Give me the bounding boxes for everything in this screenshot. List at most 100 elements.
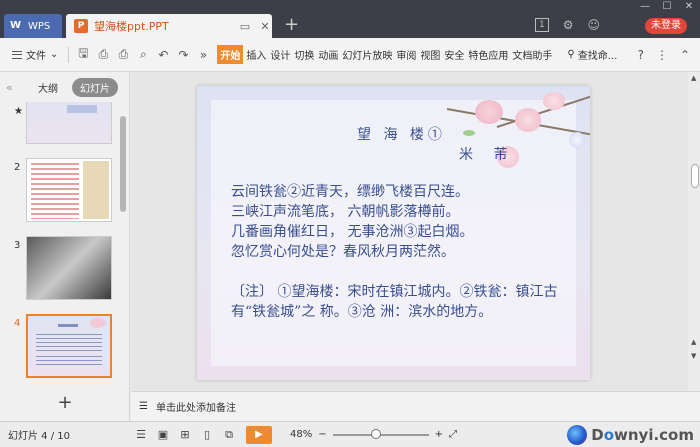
wps-logo-icon: W: [10, 20, 22, 31]
slide-counter: 幻灯片 4 / 10: [8, 431, 70, 442]
search-icon: ⚲: [567, 49, 575, 60]
tab-transitions[interactable]: 切换: [293, 45, 315, 64]
close-window-icon[interactable]: ✕: [678, 0, 700, 14]
tab-view[interactable]: 视图: [419, 45, 441, 64]
collapse-ribbon-icon[interactable]: ⌃: [680, 48, 690, 62]
save-icon[interactable]: 🖫: [73, 44, 93, 65]
notes-pane[interactable]: ☰ 单击此处添加备注: [131, 391, 700, 421]
more-options-icon[interactable]: ⋮: [656, 48, 668, 62]
slide-author[interactable]: 米 芾: [459, 144, 515, 164]
slide-thumbnail[interactable]: [26, 102, 112, 144]
close-tab-icon[interactable]: ✕: [258, 20, 272, 33]
collapse-panel-icon[interactable]: «: [6, 81, 24, 94]
presenter-icon[interactable]: ⧉: [218, 428, 240, 442]
poem-line: 忽忆赏心何处是？春风秋月两茫然。: [231, 244, 455, 260]
slide-thumbnail[interactable]: [26, 158, 112, 222]
chevron-down-icon: ⌄: [50, 49, 59, 60]
tab-security[interactable]: 安全: [443, 45, 465, 64]
slide-number: 4: [14, 318, 21, 329]
zoom-out-button[interactable]: −: [318, 429, 326, 440]
help-icon[interactable]: ?: [638, 48, 644, 62]
file-menu-label: 文件: [26, 51, 46, 62]
slide-thumbnail-selected[interactable]: [26, 314, 112, 378]
wps-home-tab[interactable]: W WPS: [4, 14, 62, 38]
divider: [68, 46, 70, 63]
tab-design[interactable]: 设计: [269, 45, 291, 64]
status-bar: 幻灯片 4 / 10 ☰ ▣ ⊞ ▯ ⧉ ▶ 48% − + ⤢ Downyi.…: [0, 421, 700, 447]
redo-icon[interactable]: ↷: [173, 48, 193, 62]
tab-outline[interactable]: 大纲: [30, 78, 66, 97]
zoom-slider[interactable]: [332, 428, 429, 439]
notes-toggle-icon[interactable]: ☰: [130, 428, 152, 441]
poem-line: 几番画角催红日， 无事沧洲③起白烟。: [231, 224, 474, 240]
watermark-logo: Downyi.com: [567, 425, 694, 445]
print-preview-icon[interactable]: ⌕: [133, 47, 153, 62]
zoom-level[interactable]: 48%: [290, 429, 312, 440]
ppt-file-icon: P: [74, 19, 88, 33]
zoom-knob[interactable]: [370, 428, 381, 439]
tab-insert[interactable]: 插入: [245, 45, 267, 64]
command-search[interactable]: ⚲ 查找命...: [567, 47, 617, 62]
tab-animations[interactable]: 动画: [317, 45, 339, 64]
watermark-text: Downyi.com: [591, 426, 694, 444]
document-tab[interactable]: P 望海楼ppt.PPT ▭ ✕: [66, 14, 272, 38]
scroll-down-icon[interactable]: ▼: [691, 352, 696, 360]
tab-home[interactable]: 开始: [217, 45, 244, 64]
slide-thumbnails: ★ 2 3 4: [0, 102, 120, 388]
tab-doc-assistant[interactable]: 文档助手: [511, 45, 553, 64]
tab-review[interactable]: 审阅: [395, 45, 417, 64]
page-count-badge[interactable]: 1: [534, 18, 549, 32]
feedback-icon[interactable]: ☺: [587, 18, 600, 32]
tab-slides[interactable]: 幻灯片: [72, 77, 118, 97]
zoom-in-button[interactable]: +: [435, 429, 443, 440]
ribbon-toolbar: 文件 ⌄ 🖫 ⎙ ⎙ ⌕ ↶ ↷ » 开始 插入 设计 切换 动画 幻灯片放映 …: [0, 38, 700, 72]
window-icon[interactable]: ▭: [238, 20, 252, 33]
fit-window-icon[interactable]: ⤢: [449, 429, 457, 440]
print-icon[interactable]: ⎙: [113, 47, 133, 62]
notes-placeholder: 单击此处添加备注: [155, 403, 236, 414]
wps-tab-label: WPS: [28, 20, 51, 32]
login-button[interactable]: 未登录: [645, 18, 687, 34]
poem-line: 云间铁瓮②近青天，缥缈飞楼百尺连。: [231, 184, 469, 200]
flower-decoration: [475, 100, 503, 124]
document-tab-label: 望海楼ppt.PPT: [94, 20, 169, 33]
ribbon-tabs: 开始 插入 设计 切换 动画 幻灯片放映 审阅 视图 安全 特色应用 文档助手: [217, 45, 553, 64]
tab-slideshow[interactable]: 幻灯片放映: [341, 45, 393, 64]
slide-sorter-icon[interactable]: ⊞: [174, 428, 196, 441]
flower-decoration: [515, 108, 541, 132]
search-label: 查找命...: [577, 51, 618, 62]
file-menu-button[interactable]: 文件 ⌄: [6, 47, 64, 62]
slide-canvas: 望 海 楼① 米 芾 云间铁瓮②近青天，缥缈飞楼百尺连。 三峡江声流笔底， 六朝…: [131, 72, 688, 391]
slide-thumbnail[interactable]: [26, 236, 112, 300]
canvas-scrollbar[interactable]: ▲ ▲ ▼: [690, 72, 700, 391]
slide-number: ★: [14, 106, 23, 117]
slide-number: 2: [14, 162, 21, 173]
normal-view-icon[interactable]: ▣: [152, 428, 174, 441]
new-tab-button[interactable]: +: [284, 16, 299, 34]
current-slide[interactable]: 望 海 楼① 米 芾 云间铁瓮②近青天，缥缈飞楼百尺连。 三峡江声流笔底， 六朝…: [197, 86, 590, 380]
flower-decoration: [543, 92, 565, 110]
reading-view-icon[interactable]: ▯: [196, 428, 218, 441]
scroll-up-icon[interactable]: ▲: [691, 338, 696, 346]
scroll-up-icon[interactable]: ▲: [691, 74, 696, 82]
maximize-icon[interactable]: ☐: [656, 0, 678, 14]
flower-decoration: [569, 132, 585, 148]
add-slide-button[interactable]: +: [0, 388, 130, 421]
title-bar: W WPS P 望海楼ppt.PPT ▭ ✕ + 1 ⚙ ☺ — ☐ ✕ 未登录: [0, 0, 700, 38]
slide-title[interactable]: 望 海 楼①: [357, 124, 446, 144]
hamburger-icon: [12, 50, 22, 59]
slide-number: 3: [14, 240, 21, 251]
notes-icon: ☰: [139, 401, 148, 412]
poem-line: 三峡江声流笔底， 六朝帆影落樽前。: [231, 204, 460, 220]
undo-icon[interactable]: ↶: [153, 48, 173, 62]
play-slideshow-button[interactable]: ▶: [246, 425, 272, 444]
annotation-text[interactable]: 〔注〕 ①望海楼：宋时在镇江城内。②铁瓮：镇江古有“铁瓮城”之 称。③沧 洲：滨…: [231, 282, 576, 322]
thumbnail-scrollbar[interactable]: [120, 116, 126, 212]
skin-icon[interactable]: ⚙: [563, 18, 574, 32]
poem-text[interactable]: 云间铁瓮②近青天，缥缈飞楼百尺连。 三峡江声流笔底， 六朝帆影落樽前。 几番画角…: [231, 182, 473, 262]
minimize-icon[interactable]: —: [634, 0, 656, 14]
export-pdf-icon[interactable]: ⎙: [93, 47, 113, 62]
scroll-thumb[interactable]: [691, 164, 699, 188]
tab-features[interactable]: 特色应用: [467, 45, 509, 64]
more-tools-icon[interactable]: »: [193, 48, 213, 62]
